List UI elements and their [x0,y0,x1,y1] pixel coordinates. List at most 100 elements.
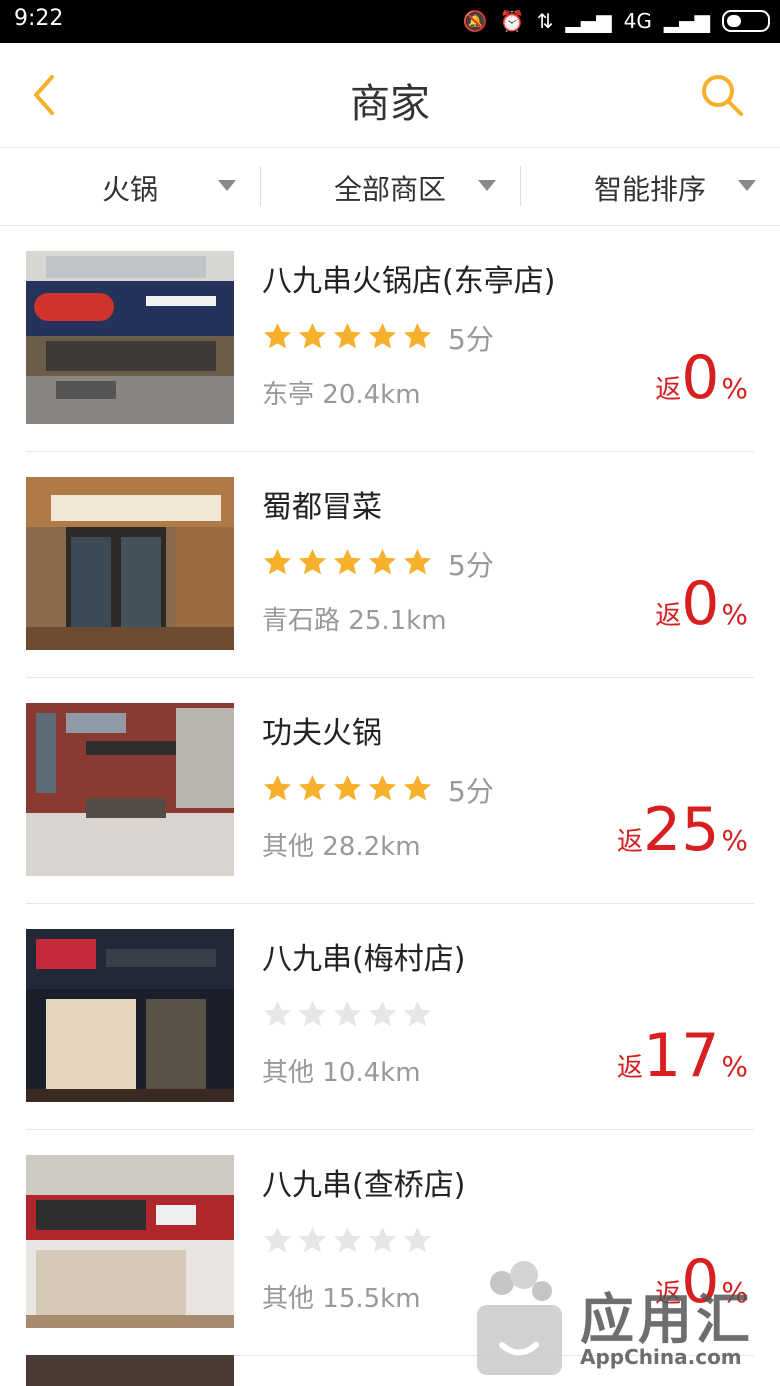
filter-category[interactable]: 火锅 [0,148,260,225]
star-icon [368,548,397,575]
rating-stars [262,773,433,804]
star-icon [298,1000,327,1027]
star-icon [298,1226,327,1253]
star-icon [403,548,432,575]
star-icon [368,322,397,349]
rebate-prefix: 返 [655,375,682,405]
rating-stars [262,547,433,578]
star-icon [333,1000,362,1027]
rebate-value: 17 [643,1021,720,1091]
rebate-suffix: % [721,824,748,857]
store-list-item[interactable]: 功夫火锅 5分 其他 28.2km 返 25 % [0,678,780,904]
star-icon [263,548,292,575]
store-photo [26,1155,234,1328]
store-list-item[interactable]: 八九串火锅店(东亭店) 5分 东亭 20.4km 返 0 % [0,226,780,452]
star-icon [403,774,432,801]
status-time: 9:22 [14,6,64,31]
star-icon [333,548,362,575]
store-list-item[interactable]: 八九串(查桥店) 其他 15.5km 返 0 % [0,1130,780,1356]
store-name: 功夫火锅 [262,716,382,751]
store-distance: 20.4km [322,380,421,410]
star-icon [368,1226,397,1253]
star-icon [403,1000,432,1027]
alarm-icon: ⏰ [499,9,525,33]
star-icon [263,322,292,349]
store-location: 其他 10.4km [262,1052,421,1089]
rebate-value: 0 [681,343,720,413]
rebate-badge: 返 0 % [655,574,748,634]
star-icon [333,1226,362,1253]
star-icon [298,322,327,349]
battery-icon [722,10,770,32]
rebate-badge: 返 17 % [617,1026,748,1086]
rebate-badge: 返 0 % [655,1252,748,1312]
store-photo [26,251,234,424]
rating-score: 5分 [448,323,494,356]
filter-bar: 火锅 全部商区 智能排序 [0,148,780,226]
store-area: 其他 [262,1058,315,1088]
dropdown-caret-icon [478,180,496,191]
store-area: 其他 [262,1284,315,1314]
data-arrows-icon: ⇅ [536,9,554,33]
status-bar: 9:22 🔕 ⏰ ⇅ ▂▄▆ 4G ▂▄▆ [0,0,780,43]
signal-icon: ▂▄▆ [565,9,612,33]
star-icon [263,1226,292,1253]
star-icon [368,774,397,801]
store-list-item[interactable]: 蜀都冒菜 5分 青石路 25.1km 返 0 % [0,452,780,678]
rebate-badge: 返 25 % [617,800,748,860]
rebate-value: 25 [643,795,720,865]
dropdown-caret-icon [218,180,236,191]
store-photo [26,703,234,876]
store-location: 东亭 20.4km [262,374,421,411]
store-location: 青石路 25.1km [262,600,447,637]
store-name: 蜀都冒菜 [262,490,382,525]
store-area: 东亭 [262,380,315,410]
store-name: 八九串火锅店(东亭店) [262,264,556,299]
rating-stars [262,321,433,352]
rebate-prefix: 返 [655,601,682,631]
signal-icon-2: ▂▄▆ [663,9,710,33]
star-icon [263,774,292,801]
star-icon [298,774,327,801]
rating-score: 5分 [448,775,494,808]
store-distance: 28.2km [322,832,421,862]
status-icons: 🔕 ⏰ ⇅ ▂▄▆ 4G ▂▄▆ [463,6,770,36]
dropdown-caret-icon [738,180,756,191]
store-name: 八九串(查桥店) [262,1168,466,1203]
rebate-suffix: % [721,1050,748,1083]
store-list-item[interactable]: 八九串(梅村店) 其他 10.4km 返 17 % [0,904,780,1130]
rebate-prefix: 返 [617,827,644,857]
rebate-value: 0 [681,569,720,639]
filter-district[interactable]: 全部商区 [260,148,520,225]
store-name: 八九串(梅村店) [262,942,466,977]
search-icon[interactable] [698,71,746,119]
page-title: 商家 [350,81,430,127]
next-store-photo-partial [26,1355,234,1386]
network-type: 4G [623,9,652,33]
store-photo [26,477,234,650]
star-icon [263,1000,292,1027]
star-icon [333,774,362,801]
filter-sort[interactable]: 智能排序 [520,148,780,225]
store-area: 青石路 [262,606,341,636]
rating-stars [262,1225,433,1256]
header: 商家 [0,43,780,148]
star-icon [298,548,327,575]
store-distance: 15.5km [322,1284,421,1314]
rebate-prefix: 返 [617,1053,644,1083]
store-list: 八九串火锅店(东亭店) 5分 东亭 20.4km 返 0 % 蜀都冒菜 5分 青… [0,226,780,1356]
store-photo [26,929,234,1102]
store-area: 其他 [262,832,315,862]
rebate-suffix: % [721,1276,748,1309]
store-location: 其他 15.5km [262,1278,421,1315]
star-icon [333,322,362,349]
star-icon [368,1000,397,1027]
rebate-prefix: 返 [655,1279,682,1309]
rebate-suffix: % [721,372,748,405]
star-icon [403,1226,432,1253]
rating-stars [262,999,433,1030]
store-location: 其他 28.2km [262,826,421,863]
store-distance: 10.4km [322,1058,421,1088]
rebate-value: 0 [681,1247,720,1317]
rebate-badge: 返 0 % [655,348,748,408]
